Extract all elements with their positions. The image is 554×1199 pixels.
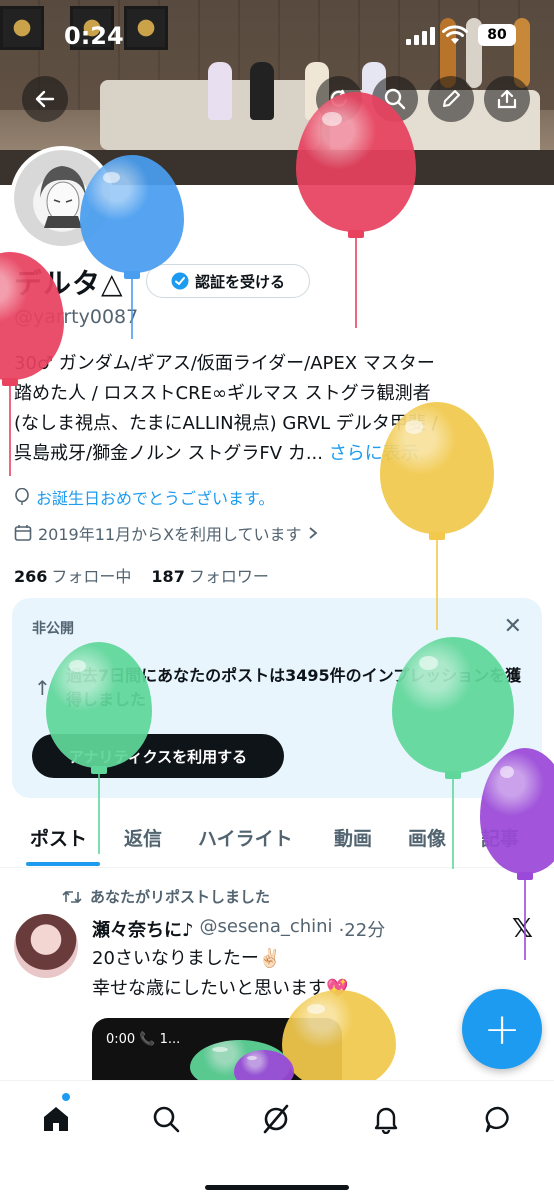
edit-button[interactable] [428,76,474,122]
post-time: ·22分 [338,920,386,941]
joined-text: 2019年11月からXを利用しています [38,525,302,544]
balloon-icon [46,642,152,858]
back-button[interactable] [22,76,68,122]
following-link[interactable]: 266 フォロー中 [14,563,131,587]
search-icon [153,1106,180,1133]
calendar-icon [14,525,32,541]
repost-icon [62,890,82,903]
chevron-right-icon [308,527,317,539]
home-indicator [205,1185,349,1190]
balloon-icon [0,252,64,480]
birthday-text[interactable]: お誕生日おめでとうございます。 [36,485,274,509]
bottom-navigation [0,1080,554,1199]
followers-link[interactable]: 187 フォロワー [151,563,268,587]
media-call-overlay: 0:00 📞 1... [106,1032,181,1047]
repost-text: あなたがリポストしました [90,888,271,906]
close-icon[interactable]: ✕ [504,616,522,638]
active-tab-indicator [26,862,100,866]
followers-count: 187 [151,567,185,586]
post-author-name[interactable]: 瀬々奈ちに♪ [92,916,194,942]
grok-icon [263,1104,289,1134]
post-header: 瀬々奈ちに♪ @sesena_chini ·22分 [92,916,385,942]
compose-post-button[interactable]: + [462,989,542,1069]
tab-videos[interactable]: 動画 [334,824,372,851]
balloon-icon [15,488,29,505]
edit-icon [443,90,460,107]
nav-notifications[interactable] [366,1099,406,1139]
home-notification-dot [62,1093,70,1101]
messages-icon [485,1106,509,1133]
tab-highlights[interactable]: ハイライト [198,824,293,851]
get-verified-label: 認証を受ける [194,272,285,291]
nav-grok[interactable] [256,1099,296,1139]
birthday-line: お誕生日おめでとうございます。 [14,485,274,509]
nav-messages[interactable] [478,1099,518,1139]
balloon-icon [380,402,494,634]
follow-stats: 266 フォロー中 187 フォロワー [14,563,269,587]
repost-indicator: あなたがリポストしました [62,886,270,907]
share-icon [497,89,517,109]
balloon-icon [296,92,416,332]
private-label: 非公開 [32,621,74,637]
followers-label: フォロワー [188,567,269,586]
following-label: フォロー中 [51,567,132,586]
post-author-avatar[interactable] [14,914,78,978]
status-time: 0:24 [64,22,124,50]
balloon-icon [80,155,184,343]
nav-home[interactable] [36,1099,76,1139]
banner-figure [208,62,232,120]
battery-indicator: 80 [478,24,516,46]
joined-line[interactable]: 2019年11月からXを利用しています [14,521,318,545]
home-icon [44,1107,68,1131]
share-button[interactable] [484,76,530,122]
nav-search[interactable] [146,1099,186,1139]
back-arrow-icon [35,90,55,108]
cellular-signal-icon [406,27,435,45]
status-bar: 0:24 80 [0,0,554,70]
banner-figure [250,62,274,120]
post-text-line: 20さいなりましたー✌🏻 [92,948,282,969]
bell-icon [374,1107,398,1134]
post-author-handle[interactable]: @sesena_chini [200,916,333,942]
balloon-icon [480,748,554,964]
bio-line: 30♂ ガンダム/ギアス/仮面ライダー/APEX マスター [14,353,435,374]
wifi-icon [442,25,468,44]
following-count: 266 [14,567,48,586]
